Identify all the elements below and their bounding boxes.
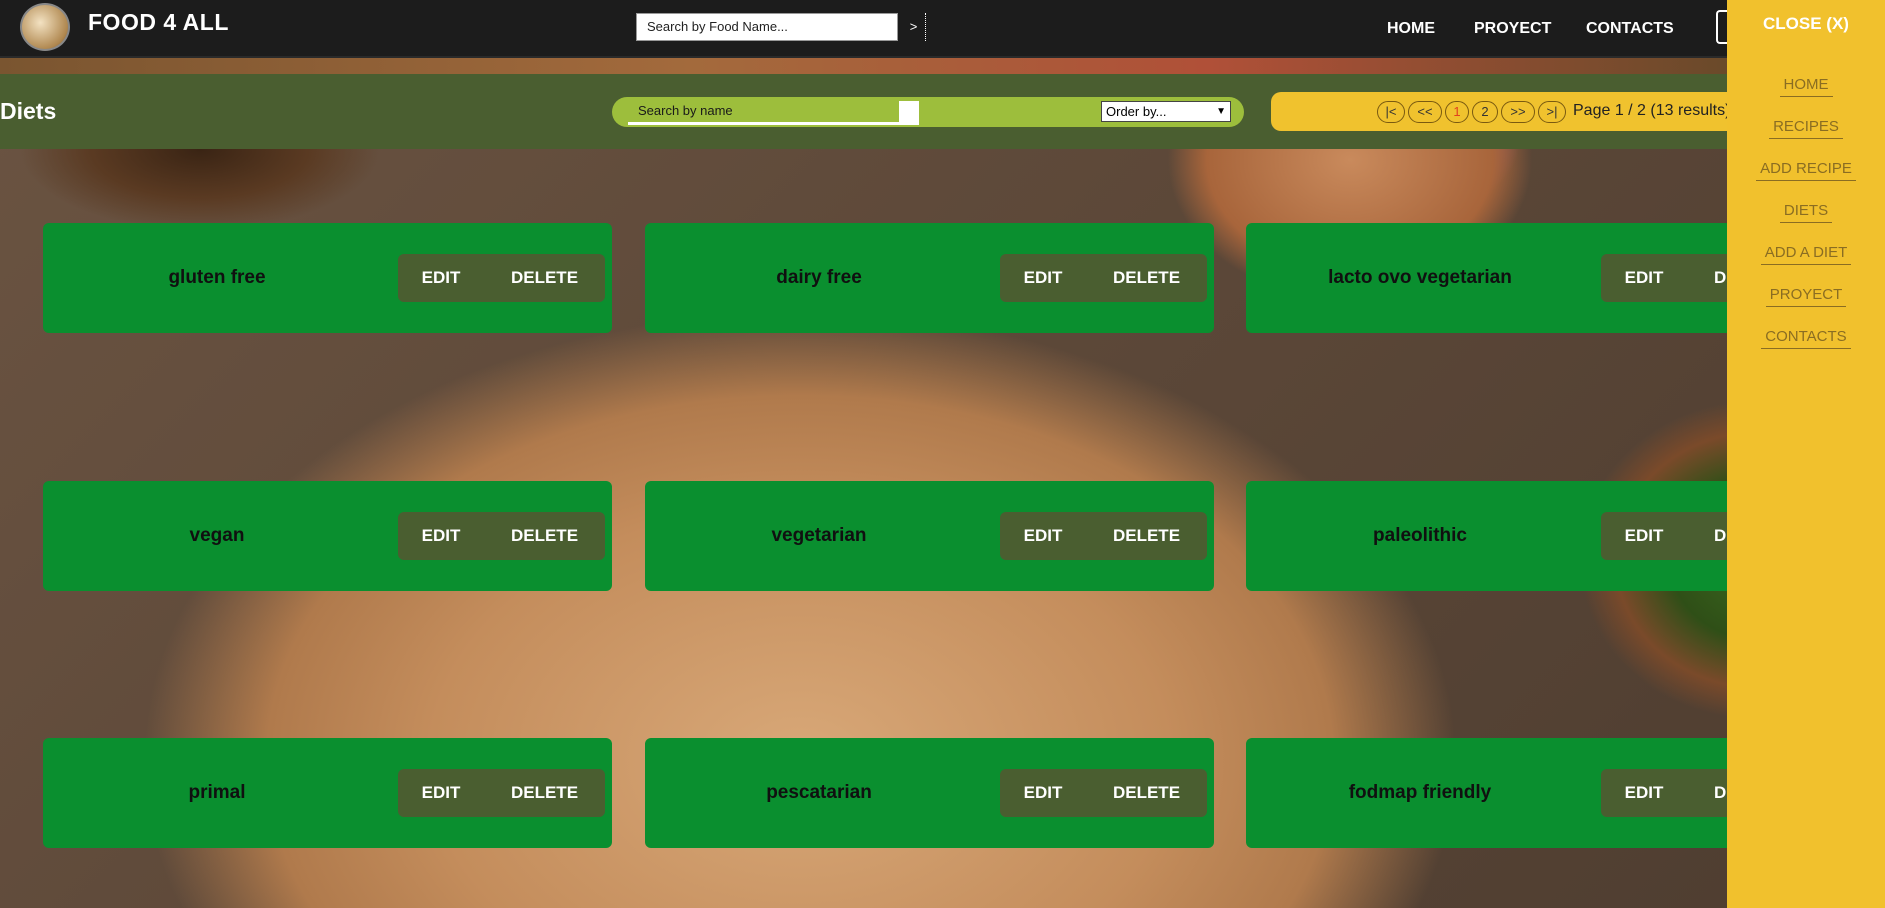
delete-button[interactable]: DELETE — [484, 769, 605, 817]
food-search-input[interactable]: Search by Food Name... — [636, 13, 898, 41]
side-item-proyect[interactable]: PROYECT — [1727, 286, 1885, 307]
background-strip — [0, 58, 1727, 74]
card-actions: EDIT DELETE — [398, 769, 605, 817]
diet-card: vegetarian EDIT DELETE — [645, 481, 1214, 591]
top-navbar: FOOD 4 ALL Search by Food Name... > HOME… — [0, 0, 1885, 58]
diet-card: pescatarian EDIT DELETE — [645, 738, 1214, 848]
nav-home[interactable]: HOME — [1387, 0, 1435, 58]
diet-search-input[interactable]: Search by name — [628, 101, 919, 125]
edit-button[interactable]: EDIT — [1000, 512, 1086, 560]
edit-button[interactable]: EDIT — [398, 769, 484, 817]
order-by-select[interactable]: Order by... ▼ — [1101, 101, 1231, 122]
card-actions: EDIT DELETE — [1000, 512, 1207, 560]
first-page-button[interactable]: |< — [1377, 101, 1405, 123]
diet-name: gluten free — [168, 267, 266, 288]
delete-button[interactable]: DELETE — [1086, 512, 1207, 560]
diet-name: pescatarian — [766, 782, 872, 803]
side-item-home[interactable]: HOME — [1727, 76, 1885, 97]
side-item-add-a-diet[interactable]: ADD A DIET — [1727, 244, 1885, 265]
edit-button[interactable]: EDIT — [1601, 254, 1687, 302]
diet-name: vegetarian — [771, 525, 867, 546]
side-item-label: DIETS — [1779, 202, 1833, 223]
page-title: Diets — [0, 98, 57, 124]
diet-name: primal — [188, 782, 246, 803]
side-item-label: HOME — [1779, 76, 1833, 97]
side-item-recipes[interactable]: RECIPES — [1727, 118, 1885, 139]
side-item-diets[interactable]: DIETS — [1727, 202, 1885, 223]
delete-button[interactable]: DELETE — [1086, 254, 1207, 302]
food-search-button[interactable]: > — [902, 13, 926, 41]
delete-button[interactable]: DELETE — [484, 254, 605, 302]
diet-card: gluten free EDIT DELETE — [43, 223, 612, 333]
brand-logo[interactable] — [20, 3, 70, 51]
side-item-add-recipe[interactable]: ADD RECIPE — [1727, 160, 1885, 181]
side-item-label: PROYECT — [1765, 286, 1847, 307]
card-actions: EDIT DELETE — [1000, 769, 1207, 817]
delete-button[interactable]: DELETE — [484, 512, 605, 560]
nav-contacts[interactable]: CONTACTS — [1586, 0, 1674, 58]
order-by-label: Order by... — [1106, 104, 1167, 119]
diet-search-bar: Search by name Order by... ▼ — [612, 97, 1244, 127]
diet-name: fodmap friendly — [1348, 782, 1492, 803]
card-actions: EDIT DELETE — [1000, 254, 1207, 302]
prev-page-button[interactable]: << — [1408, 101, 1442, 123]
filter-bar: Diets Search by name Order by... ▼ |< <<… — [0, 74, 1731, 149]
edit-button[interactable]: EDIT — [398, 512, 484, 560]
close-menu-button[interactable]: CLOSE (X) — [1727, 14, 1885, 34]
side-item-label: CONTACTS — [1761, 328, 1851, 349]
side-item-contacts[interactable]: CONTACTS — [1727, 328, 1885, 349]
pagination: |< << 1 2 >> >| Page 1 / 2 (13 results) — [1271, 92, 1731, 131]
diet-name: lacto ovo vegetarian — [1328, 267, 1512, 288]
card-actions: EDIT DELETE — [398, 254, 605, 302]
page-1-button[interactable]: 1 — [1445, 101, 1469, 123]
nav-proyect[interactable]: PROYECT — [1474, 0, 1551, 58]
side-item-label: RECIPES — [1769, 118, 1843, 139]
diet-name: vegan — [189, 525, 245, 546]
edit-button[interactable]: EDIT — [1000, 769, 1086, 817]
edit-button[interactable]: EDIT — [1601, 512, 1687, 560]
diet-name: paleolithic — [1373, 525, 1467, 546]
page-info: Page 1 / 2 (13 results) — [1573, 102, 1731, 119]
next-page-button[interactable]: >> — [1501, 101, 1535, 123]
brand-title[interactable]: FOOD 4 ALL — [88, 9, 229, 36]
diet-name: dairy free — [776, 267, 862, 288]
diet-card: dairy free EDIT DELETE — [645, 223, 1214, 333]
side-menu: CLOSE (X) HOME RECIPES ADD RECIPE DIETS … — [1727, 0, 1885, 908]
delete-button[interactable]: DELETE — [1086, 769, 1207, 817]
diet-card: vegan EDIT DELETE — [43, 481, 612, 591]
page-2-button[interactable]: 2 — [1472, 101, 1498, 123]
edit-button[interactable]: EDIT — [1601, 769, 1687, 817]
card-actions: EDIT DELETE — [398, 512, 605, 560]
diet-card: primal EDIT DELETE — [43, 738, 612, 848]
side-item-label: ADD RECIPE — [1756, 160, 1856, 181]
chevron-down-icon: ▼ — [1216, 106, 1226, 117]
last-page-button[interactable]: >| — [1538, 101, 1566, 123]
edit-button[interactable]: EDIT — [1000, 254, 1086, 302]
side-item-label: ADD A DIET — [1760, 244, 1852, 265]
edit-button[interactable]: EDIT — [398, 254, 484, 302]
